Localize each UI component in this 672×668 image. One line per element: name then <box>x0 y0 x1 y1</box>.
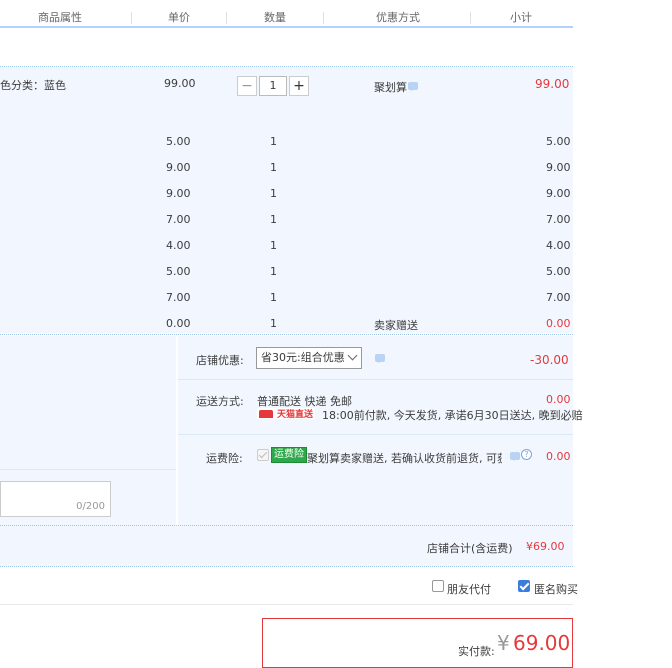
item-price: 99.00 <box>164 77 196 90</box>
help-icon[interactable]: ? <box>521 449 532 460</box>
shop-discount-selected: 省30元:组合优惠 <box>261 351 345 364</box>
chat-icon[interactable] <box>510 452 520 461</box>
pay-amount: 69.00 <box>513 631 571 655</box>
sub-item-qty: 1 <box>270 161 277 174</box>
sub-item-discount: 卖家赠送 <box>374 319 418 332</box>
items-panel <box>0 67 573 333</box>
shop-discount-label: 店铺优惠: <box>196 354 244 367</box>
insurance-amount: 0.00 <box>546 450 571 463</box>
divider <box>178 379 573 380</box>
sub-item-qty: 1 <box>270 317 277 330</box>
item-discount: 聚划算 <box>374 81 407 94</box>
header-separator <box>323 12 324 24</box>
quantity-input[interactable]: 1 <box>259 76 287 96</box>
shipping-label: 运送方式: <box>196 395 244 408</box>
sub-item-qty: 1 <box>270 291 277 304</box>
sub-item-subtotal: 4.00 <box>546 239 571 252</box>
sub-item-subtotal: 5.00 <box>546 135 571 148</box>
sub-item-subtotal: 0.00 <box>546 317 571 330</box>
header-price: 单价 <box>168 11 190 24</box>
sub-item-price: 9.00 <box>166 187 191 200</box>
tmall-cat-icon <box>259 410 273 418</box>
tmall-direct-badge: 天猫直送 <box>257 408 315 420</box>
shop-discount-amount: -30.00 <box>530 353 569 367</box>
shop-total-label: 店铺合计(含运费) <box>427 542 513 555</box>
header-qty: 数量 <box>264 11 286 24</box>
divider <box>178 434 573 435</box>
sub-item-subtotal: 9.00 <box>546 187 571 200</box>
pay-total-box: 实付款: ¥ 69.00 <box>262 618 573 668</box>
shipping-amount: 0.00 <box>546 393 571 406</box>
sub-item-subtotal: 7.00 <box>546 291 571 304</box>
quantity-plus-button[interactable]: + <box>289 76 309 96</box>
chevron-down-icon <box>347 350 358 361</box>
header-separator <box>470 12 471 24</box>
message-textarea[interactable]: 0/200 <box>0 481 111 517</box>
pay-currency: ¥ <box>497 631 510 655</box>
sub-item-price: 4.00 <box>166 239 191 252</box>
chat-icon[interactable] <box>375 354 385 363</box>
sub-item-price: 7.00 <box>166 291 191 304</box>
quantity-minus-button[interactable]: − <box>237 76 257 96</box>
tmall-direct-text: 天猫直送 <box>277 410 314 420</box>
chat-icon[interactable] <box>408 82 418 91</box>
item-attr: 色分类：蓝色 <box>0 79 66 92</box>
shipping-note: 18:00前付款, 今天发货, 承诺6月30日送达, 晚到必赔 <box>322 409 583 422</box>
sub-item-qty: 1 <box>270 187 277 200</box>
message-counter: 0/200 <box>76 501 105 512</box>
shop-discount-select[interactable]: 省30元:组合优惠 <box>256 347 362 369</box>
sub-item-price: 5.00 <box>166 135 191 148</box>
sub-item-subtotal: 5.00 <box>546 265 571 278</box>
item-subtotal: 99.00 <box>535 77 570 91</box>
sub-item-qty: 1 <box>270 135 277 148</box>
anonymous-label[interactable]: 匿名购买 <box>534 581 578 597</box>
sub-item-price: 0.00 <box>166 317 191 330</box>
quantity-stepper: − 1 + <box>237 76 309 96</box>
sub-item-subtotal: 7.00 <box>546 213 571 226</box>
insurance-label: 运费险: <box>206 452 243 465</box>
insurance-desc: 聚划算卖家赠送, 若确认收货前退货, 可获... <box>307 452 502 465</box>
divider <box>0 604 573 605</box>
header-attr: 商品属性 <box>38 11 82 24</box>
sub-item-price: 7.00 <box>166 213 191 226</box>
insurance-badge: 运费险 <box>271 447 307 463</box>
header-subtotal: 小计 <box>510 11 532 24</box>
friend-pay-label[interactable]: 朋友代付 <box>447 581 491 597</box>
pay-label: 实付款: <box>458 645 495 658</box>
shop-total-amount: ¥69.00 <box>526 540 565 553</box>
sub-item-price: 5.00 <box>166 265 191 278</box>
row-divider <box>0 566 573 567</box>
sub-item-qty: 1 <box>270 239 277 252</box>
table-header: 商品属性 单价 数量 优惠方式 小计 <box>0 0 573 28</box>
sub-item-qty: 1 <box>270 213 277 226</box>
sub-item-subtotal: 9.00 <box>546 161 571 174</box>
anonymous-checkbox[interactable] <box>518 580 530 592</box>
friend-pay-checkbox[interactable] <box>432 580 444 592</box>
sub-item-price: 9.00 <box>166 161 191 174</box>
header-separator <box>131 12 132 24</box>
row-divider <box>0 334 573 335</box>
sub-item-qty: 1 <box>270 265 277 278</box>
header-separator <box>226 12 227 24</box>
insurance-checkbox[interactable] <box>257 449 269 461</box>
header-discount: 优惠方式 <box>376 11 420 24</box>
divider <box>0 469 176 470</box>
